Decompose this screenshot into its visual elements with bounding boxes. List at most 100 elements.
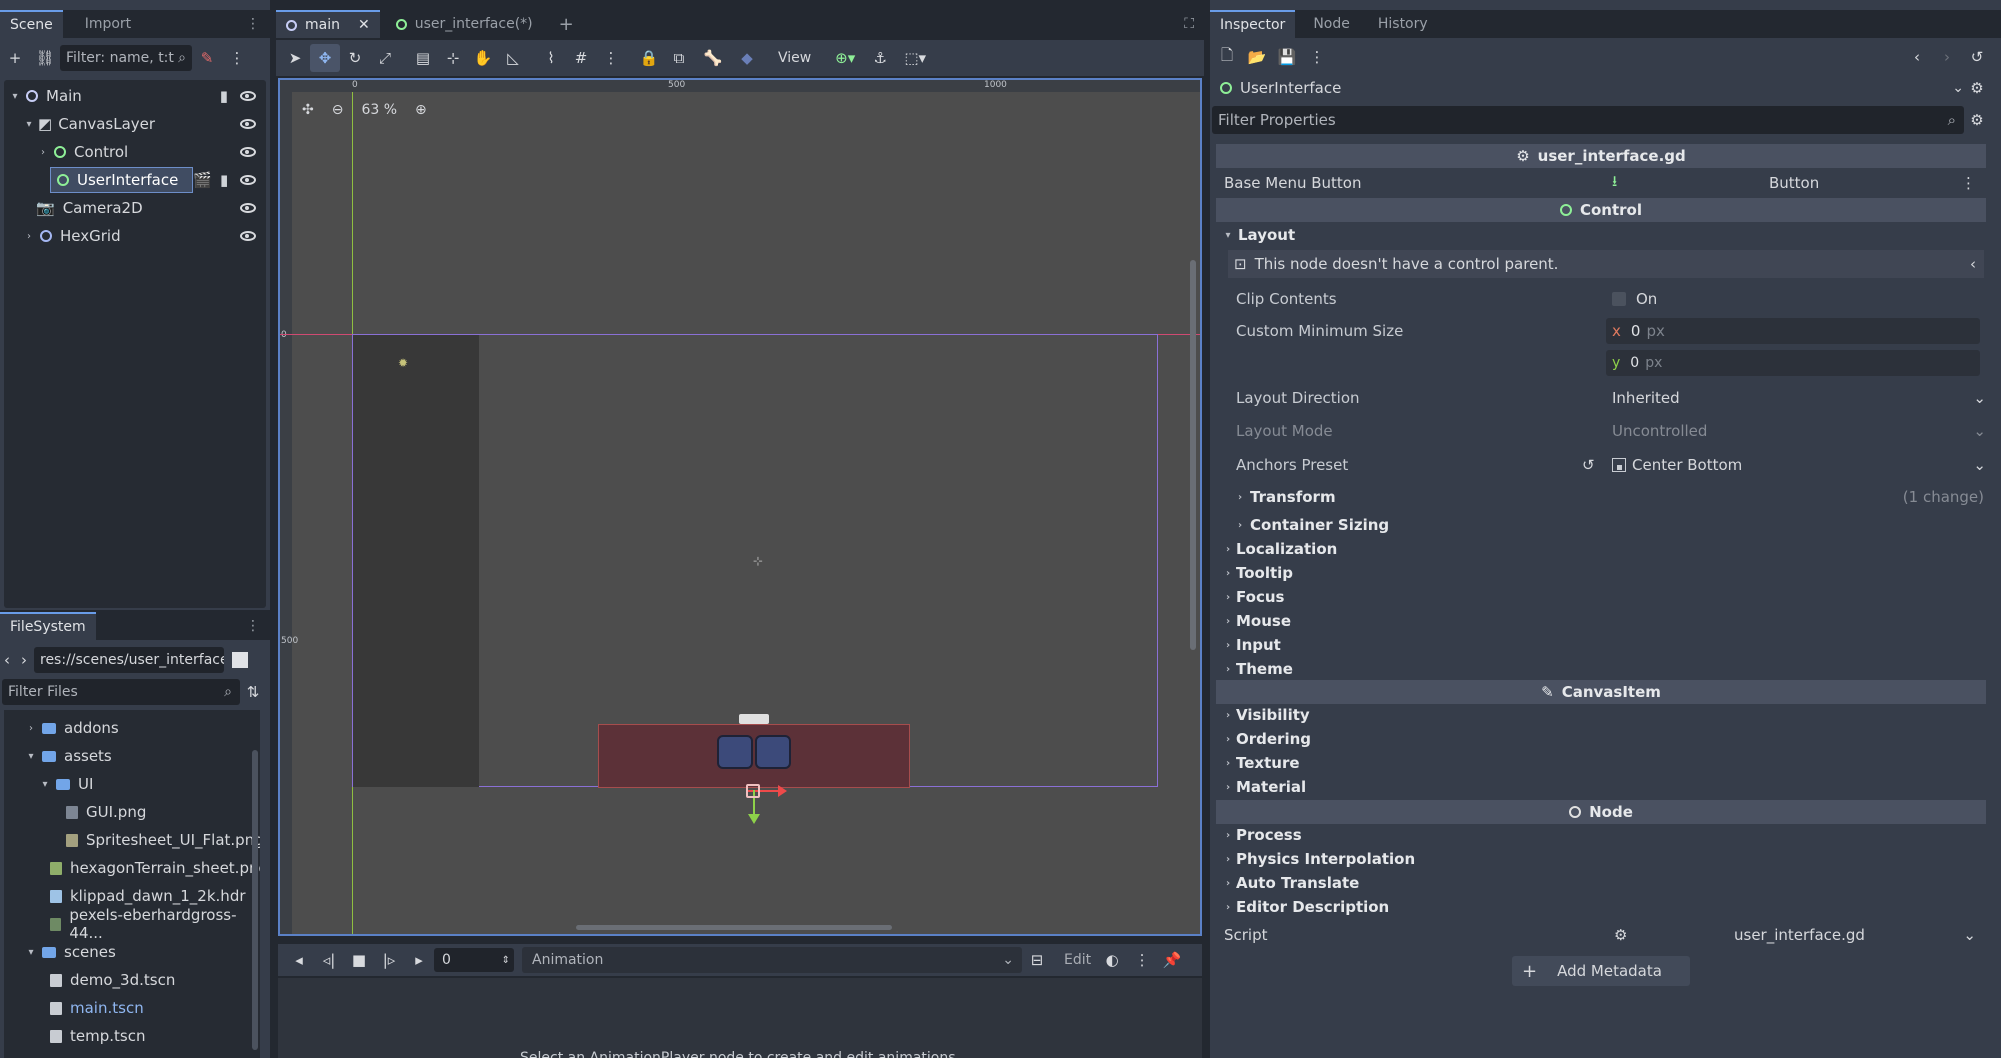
forward-icon[interactable]: › [14,646,34,674]
stop-icon[interactable]: ■ [344,946,374,974]
property-options-icon[interactable]: ⚙ [1962,106,1992,134]
visibility-eye-icon[interactable] [240,231,256,241]
history-back-icon[interactable]: ‹ [1902,43,1932,71]
fs-file-hexagon-terrain[interactable]: hexagonTerrain_sheet.png [10,854,260,882]
frame-spinbox[interactable]: 0 ⇕ [434,948,514,972]
rotate-tool-icon[interactable]: ↻ [340,44,370,72]
expand-arrow-icon[interactable]: › [1222,758,1234,769]
viewport-v-scrollbar[interactable] [1190,260,1196,650]
smart-snap-icon[interactable]: ⌇ [536,44,566,72]
camera-override-icon[interactable]: ◆ [732,44,762,72]
group-icon[interactable]: ⧉ [664,44,694,72]
dock-menu-icon[interactable]: ⋮ [236,612,270,640]
tree-node-hexgrid[interactable]: › HexGrid [8,222,262,250]
expand-arrow-icon[interactable]: › [1222,782,1234,793]
base-menu-button-value[interactable]: Button [1769,174,1819,192]
add-tab-icon[interactable]: + [549,10,584,38]
back-icon[interactable]: ‹ [0,646,14,674]
skeleton-icon[interactable]: 🦴 [698,44,728,72]
fs-folder-ui[interactable]: ▾ UI [10,770,93,798]
add-node-icon[interactable]: + [0,44,30,72]
center-view-icon[interactable]: ✣ [302,102,314,118]
tab-history[interactable]: History [1368,10,1438,38]
group-localization[interactable]: › Localization [1222,538,1337,560]
tab-inspector[interactable]: Inspector [1210,10,1296,38]
ruler-tool-icon[interactable]: ◺ [498,44,528,72]
script-filter-icon[interactable]: ✎ [192,44,222,72]
fs-file-pexels[interactable]: pexels-eberhardgross-44... [10,906,260,942]
tree-node-canvaslayer[interactable]: ▾ ◩ CanvasLayer [8,110,262,138]
group-visibility[interactable]: › Visibility [1222,704,1310,726]
new-resource-icon[interactable]: 🗋 [1212,43,1242,71]
zoom-out-icon[interactable]: ⊖ [332,102,344,118]
split-view-icon[interactable] [232,652,248,668]
expand-arrow-icon[interactable]: › [36,147,50,158]
visibility-eye-icon[interactable] [240,91,256,101]
ui-button-slot[interactable] [755,735,791,769]
expand-arrow-icon[interactable]: › [1222,854,1234,865]
visibility-eye-icon[interactable] [240,147,256,157]
save-resource-icon[interactable]: 💾 [1272,43,1302,71]
expand-arrow-icon[interactable]: › [1222,640,1234,651]
node-settings-icon[interactable]: ⚙ [1962,74,1992,102]
expand-arrow-icon[interactable]: › [1222,592,1234,603]
expand-arrow-icon[interactable]: › [1222,544,1234,555]
onion-skin-icon[interactable]: ◐ [1097,946,1127,974]
zoom-level[interactable]: 63 % [361,102,397,118]
group-material[interactable]: › Material [1222,776,1306,798]
fs-file-main-tscn[interactable]: main.tscn [10,994,144,1022]
fs-file-spritesheet[interactable]: Spritesheet_UI_Flat.png [10,826,260,854]
tab-user-interface[interactable]: user_interface(*) [386,10,543,38]
scene-menu-icon[interactable]: ⋮ [222,44,252,72]
camera-marker-icon[interactable]: ✹ [398,356,408,370]
history-forward-icon[interactable]: › [1932,43,1962,71]
viewport-h-scrollbar[interactable] [576,925,892,930]
pan-tool-icon[interactable]: ✋ [468,44,498,72]
anchor-position-icon[interactable]: ⊕▾ [825,44,865,72]
expand-arrow-icon[interactable]: › [1222,616,1234,627]
expand-arrow-icon[interactable]: › [22,231,36,242]
group-input[interactable]: › Input [1222,634,1281,656]
tab-import[interactable]: Import [75,10,141,38]
add-metadata-button[interactable]: + Add Metadata [1512,956,1690,986]
expand-arrow-icon[interactable]: › [1222,710,1234,721]
move-gizmo[interactable] [746,778,806,828]
fs-file-demo-3d[interactable]: demo_3d.tscn [10,966,175,994]
group-layout[interactable]: ▾ Layout [1222,224,1295,246]
tree-node-control[interactable]: › Control [8,138,262,166]
fs-folder-addons[interactable]: › addons [10,714,119,742]
expand-arrow-icon[interactable]: › [1234,520,1246,531]
group-process[interactable]: › Process [1222,824,1302,846]
side-panel-sprite[interactable] [353,335,479,787]
edit-button[interactable]: Edit [1058,952,1097,968]
group-transform[interactable]: › Transform (1 change) [1234,486,1984,508]
expand-arrow-icon[interactable]: › [1234,492,1246,503]
collapse-arrow-icon[interactable]: ▾ [24,751,38,762]
filter-properties-input[interactable]: Filter Properties ⌕ [1212,106,1964,134]
layout-direction-select[interactable]: Inherited ⌄ [1612,389,1986,407]
file-tree-scrollbar[interactable] [252,750,258,1050]
link-icon[interactable]: ⛓ [30,44,60,72]
visibility-eye-icon[interactable] [240,119,256,129]
fs-file-gui-png[interactable]: GUI.png [10,798,146,826]
group-physics-interpolation[interactable]: › Physics Interpolation [1222,848,1415,870]
clip-contents-checkbox[interactable] [1612,292,1626,306]
path-field[interactable]: res://scenes/user_interface. [34,647,224,673]
group-container-sizing[interactable]: › Container Sizing [1234,514,1389,536]
expand-arrow-icon[interactable]: › [1222,902,1234,913]
min-size-y-field[interactable]: y 0 px [1606,350,1980,376]
open-resource-icon[interactable]: 📂 [1242,43,1272,71]
tree-node-userinterface[interactable]: UserInterface 🎬 ▮ [8,166,262,194]
scene-filter-input[interactable]: Filter: name, t:t ⌕ [60,45,192,71]
expand-arrow-icon[interactable]: › [1222,734,1234,745]
min-size-x-field[interactable]: x 0 px [1606,318,1980,344]
animation-menu-icon[interactable]: ⋮ [1127,946,1157,974]
zoom-in-icon[interactable]: ⊕ [415,102,427,118]
dock-menu-icon[interactable]: ⋮ [236,10,270,38]
anchors-preset-select[interactable]: Center Bottom ⌄ [1612,456,1986,474]
close-tab-icon[interactable]: ✕ [358,17,370,33]
resource-menu-icon[interactable]: ⋮ [1302,43,1332,71]
layout-presets-icon[interactable]: ⬚▾ [895,44,935,72]
collapse-arrow-icon[interactable]: ▾ [8,91,22,102]
script-value[interactable]: user_interface.gd [1734,926,1865,944]
